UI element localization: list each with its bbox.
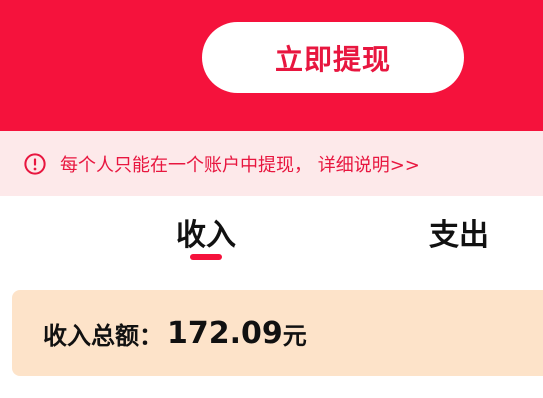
top-banner: 立即提现 (0, 0, 543, 131)
notice-bar[interactable]: 每个人只能在一个账户中提现， 详细说明>> (0, 131, 543, 196)
active-tab-indicator (190, 254, 222, 260)
notice-text: 每个人只能在一个账户中提现， 详细说明>> (60, 154, 420, 176)
tab-expense[interactable]: 支出 (429, 210, 489, 254)
withdraw-button[interactable]: 立即提现 (202, 22, 464, 93)
income-total-amount: 172.09 (167, 315, 283, 351)
income-total-unit: 元 (282, 321, 307, 350)
income-summary-card: 收入总额： 172.09 元 (12, 290, 543, 376)
tab-income[interactable]: 收入 (176, 210, 236, 254)
income-total-label: 收入总额： (43, 321, 163, 350)
tab-bar: 收入 支出 (0, 196, 543, 274)
alert-circle-icon (24, 152, 46, 175)
